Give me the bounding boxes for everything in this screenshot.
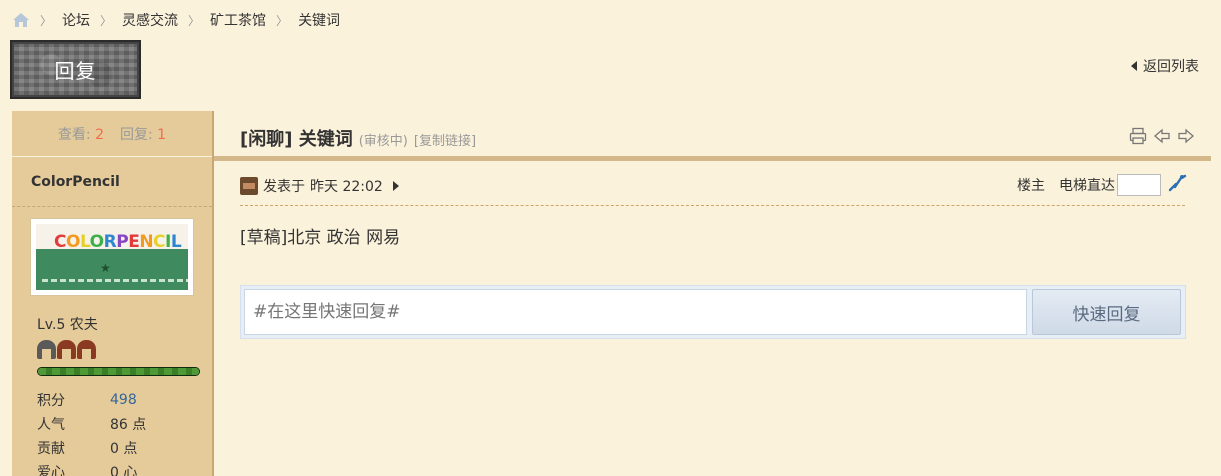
avatar-logo-text: COLORPENCIL: [54, 232, 182, 252]
breadcrumb-separator: 〉: [100, 13, 113, 28]
quick-reply-input[interactable]: [244, 289, 1027, 335]
copy-link-button[interactable]: [复制链接]: [414, 130, 476, 149]
info-key: 贡献: [37, 441, 65, 457]
meta-divider: [240, 205, 1185, 206]
replies-label: 回复:: [120, 126, 153, 143]
back-arrow-icon: [1131, 61, 1137, 71]
helmet-medal-icon[interactable]: [77, 340, 96, 359]
jump-go-icon[interactable]: [1167, 173, 1187, 197]
previous-thread-icon[interactable]: [1153, 127, 1171, 145]
medal-row: [37, 340, 96, 359]
replies-stat: 回复: 1: [120, 124, 166, 144]
breadcrumb-forum-link[interactable]: 论坛: [62, 10, 90, 30]
user-info-row: 积分 498: [37, 388, 146, 412]
reply-button-label: 回复: [54, 59, 97, 83]
views-count: 2: [95, 126, 104, 143]
user-info-list: 积分 498 人气 86 点 贡献 0 点 爱心 0 心: [37, 388, 146, 476]
user-info-row: 爱心 0 心: [37, 460, 146, 476]
title-divider: [214, 156, 1211, 161]
info-value: 86 点: [110, 417, 147, 433]
replies-count: 1: [157, 126, 167, 143]
level-progress-bar: [37, 367, 200, 376]
floor-label: 楼主: [1017, 178, 1045, 194]
user-info-row: 人气 86 点: [37, 412, 146, 436]
home-icon[interactable]: [12, 12, 30, 28]
author-mini-avatar-icon: [240, 177, 258, 195]
info-key: 爱心: [37, 465, 65, 476]
user-level: Lv.5 农夫: [37, 317, 98, 333]
info-value[interactable]: 498: [110, 392, 137, 408]
back-to-list-link[interactable]: 返回列表: [1131, 56, 1199, 76]
title-tools: [1129, 127, 1195, 145]
post-body: [草稿]北京 政治 网易: [240, 228, 401, 248]
avatar-image: COLORPENCIL ★: [36, 224, 188, 290]
review-status: (审核中): [358, 134, 408, 149]
posted-time: 昨天 22:02: [310, 179, 383, 195]
floor-jump-input[interactable]: [1117, 174, 1161, 196]
caret-right-icon[interactable]: [392, 181, 399, 191]
quick-reply-box: 快速回复: [240, 285, 1186, 339]
views-stat: 查看: 2: [58, 124, 104, 144]
author-sidebar: 查看: 2 回复: 1 ColorPencil COLORPENCIL ★ Lv…: [12, 111, 214, 476]
post-meta: 发表于 昨天 22:02: [240, 175, 399, 197]
print-icon[interactable]: [1129, 127, 1147, 145]
floor-controls: 楼主 电梯直达: [1017, 173, 1187, 197]
post-title-row: [闲聊] 关键词 (审核中) [复制链接]: [240, 125, 476, 151]
posted-prefix: 发表于: [263, 179, 305, 195]
star-icon: ★: [100, 261, 111, 275]
views-label: 查看:: [57, 126, 91, 143]
breadcrumb-separator: 〉: [276, 13, 289, 28]
helmet-medal-icon[interactable]: [57, 340, 76, 359]
jump-label: 电梯直达: [1059, 178, 1115, 194]
next-thread-icon[interactable]: [1177, 127, 1195, 145]
avatar[interactable]: COLORPENCIL ★: [30, 218, 194, 296]
level-progress-fill: [38, 368, 199, 375]
breadcrumb-separator: 〉: [188, 13, 201, 28]
avatar-tagline-decoration: [42, 279, 188, 282]
author-name[interactable]: ColorPencil: [12, 157, 212, 207]
info-value: 0 点: [110, 441, 138, 457]
helmet-medal-icon[interactable]: [37, 340, 56, 359]
info-key: 人气: [37, 417, 65, 433]
breadcrumb-current-link[interactable]: 关键词: [298, 10, 340, 30]
info-key: 积分: [37, 393, 65, 409]
breadcrumb-teahouse-link[interactable]: 矿工茶馆: [210, 10, 266, 30]
breadcrumb-inspiration-link[interactable]: 灵感交流: [122, 10, 178, 30]
quick-reply-button[interactable]: 快速回复: [1032, 289, 1181, 335]
back-to-list-label: 返回列表: [1143, 59, 1199, 75]
breadcrumb-separator: 〉: [40, 13, 53, 28]
reply-button[interactable]: 回复: [12, 42, 139, 97]
info-value: 0 心: [110, 465, 138, 476]
thread-stats: 查看: 2 回复: 1: [12, 111, 212, 157]
breadcrumb: 〉 论坛 〉 灵感交流 〉 矿工茶馆 〉 关键词: [12, 8, 340, 32]
post-title: [闲聊] 关键词: [240, 129, 353, 150]
user-info-row: 贡献 0 点: [37, 436, 146, 460]
